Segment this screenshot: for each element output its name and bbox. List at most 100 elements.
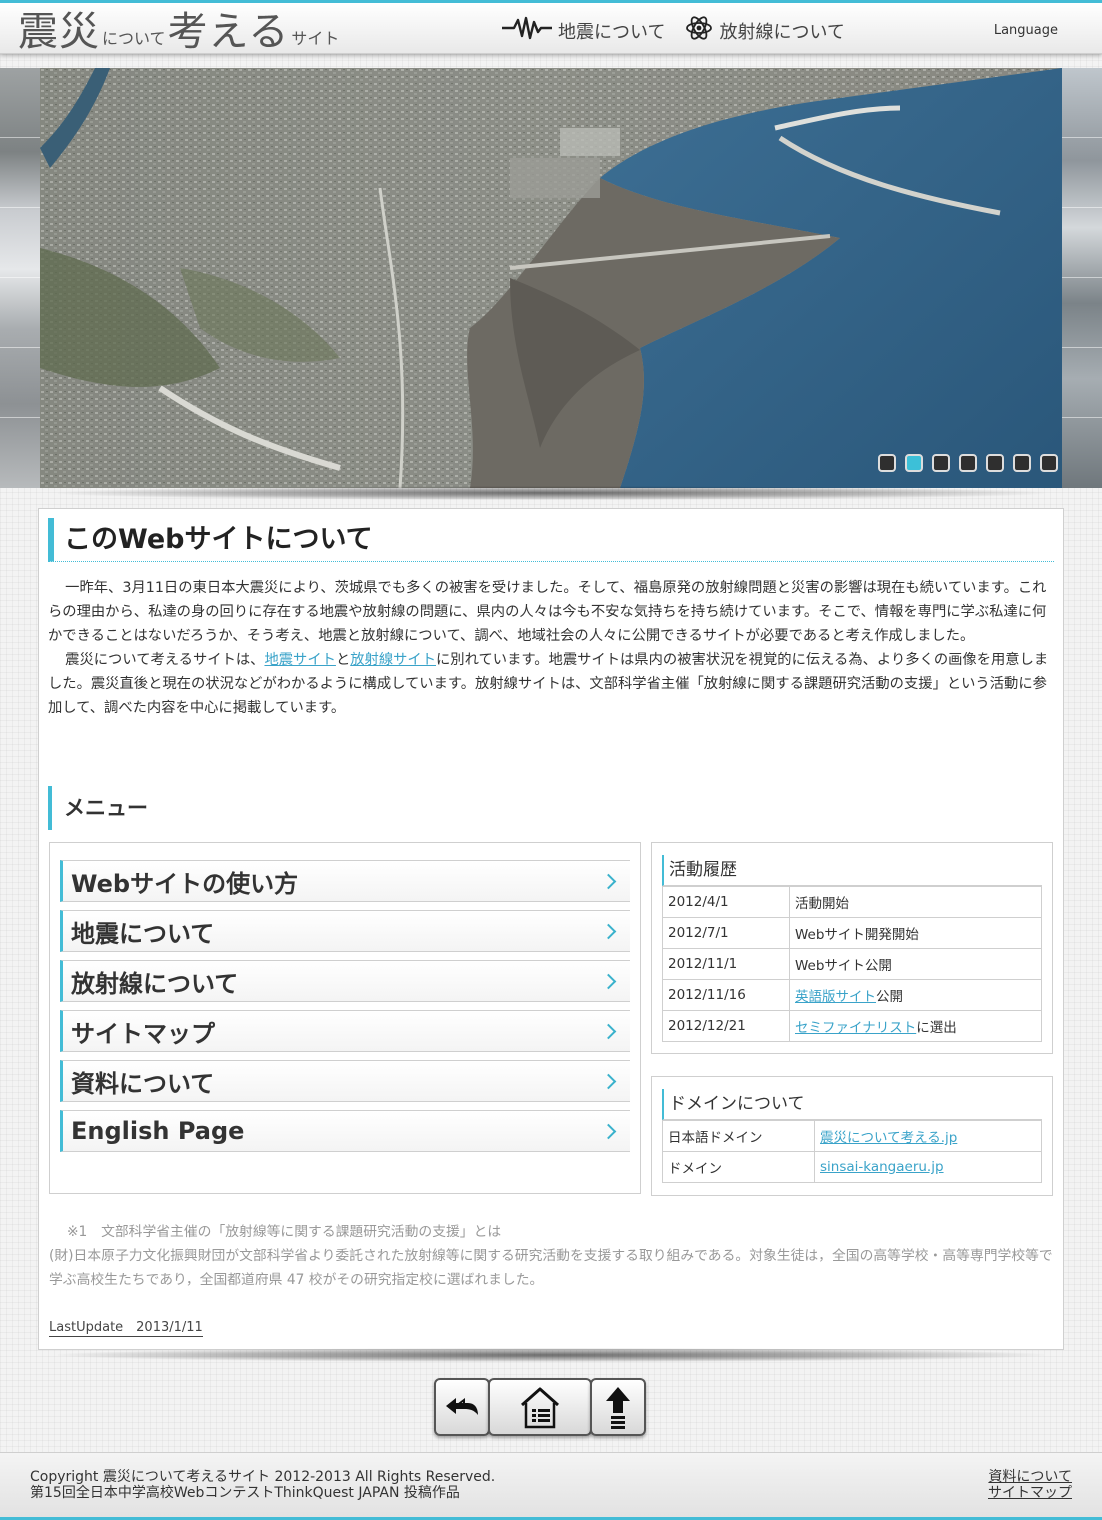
history-date: 2012/7/1 — [662, 917, 790, 949]
menu-item-sitemap[interactable]: サイトマップ — [60, 1010, 630, 1052]
table-row: 2012/12/21 セミファイナリストに選出 — [662, 1010, 1042, 1042]
menu-item-label: Webサイトの使い方 — [71, 869, 299, 898]
site-header: 震災 について 考える サイト 地震について 放射線について Language — [0, 0, 1102, 55]
history-event: Webサイト公開 — [789, 948, 1042, 980]
earthquake-site-link[interactable]: 地震サイト — [264, 652, 335, 668]
menu-box: Webサイトの使い方 地震について 放射線について サイトマップ 資料について … — [49, 842, 641, 1194]
site-footer: Copyright 震災について考えるサイト 2012-2013 All Rig… — [0, 1452, 1102, 1520]
menu-item-label: 放射線について — [71, 969, 239, 998]
home-icon — [521, 1387, 559, 1429]
domain-value: sinsai-kangaeru.jp — [814, 1151, 1042, 1183]
chevron-right-icon — [600, 923, 617, 939]
about-paragraph-1: 一昨年、3月11日の東日本大震災により、茨城県でも多くの被害を受けました。そして… — [48, 580, 1047, 644]
about-paragraph-2-prefix: 震災について考えるサイトは、 — [65, 652, 265, 668]
domain-heading: ドメインについて — [662, 1089, 1042, 1120]
table-row: 2012/11/16 英語版サイト公開 — [662, 979, 1042, 1011]
slide-preview-next[interactable] — [1062, 68, 1102, 488]
chevron-right-icon — [600, 1023, 617, 1039]
main-nav: 地震について 放射線について — [502, 15, 845, 46]
history-heading: 活動履歴 — [662, 855, 1042, 886]
nav-earthquake[interactable]: 地震について — [502, 15, 665, 46]
menu-item-label: サイトマップ — [71, 1019, 215, 1048]
slide-dot[interactable] — [986, 454, 1004, 472]
slide-preview-prev[interactable] — [0, 68, 40, 488]
about-heading: このWebサイトについて — [48, 518, 1054, 562]
domain-box: ドメインについて 日本語ドメイン 震災について考える.jp ドメイン sinsa… — [651, 1076, 1053, 1196]
copyright-text: Copyright 震災について考えるサイト 2012-2013 All Rig… — [30, 1469, 496, 1485]
chevron-right-icon — [600, 1123, 617, 1139]
last-update: LastUpdate 2013/1/11 — [49, 1320, 203, 1337]
footer-link-materials[interactable]: 資料について — [988, 1469, 1072, 1485]
logo-part-2: について — [102, 29, 166, 48]
table-row: 2012/4/1 活動開始 — [662, 886, 1042, 918]
menu-item-label: 地震について — [71, 919, 215, 948]
logo-part-1: 震災 — [18, 9, 100, 55]
history-event-suffix: に選出 — [916, 1020, 957, 1036]
top-button[interactable] — [590, 1378, 646, 1436]
hero-shadow — [58, 486, 1044, 500]
history-event: Webサイト開発開始 — [789, 917, 1042, 949]
history-date: 2012/11/16 — [662, 979, 790, 1011]
history-date: 2012/12/21 — [662, 1010, 790, 1042]
about-paragraph-2: 震災について考えるサイトは、地震サイトと放射線サイトに別れています。地震サイトは… — [48, 648, 1054, 720]
semifinalist-link[interactable]: セミファイナリスト — [795, 1020, 916, 1036]
history-box: 活動履歴 2012/4/1 活動開始 2012/7/1 Webサイト開発開始 2… — [651, 842, 1053, 1054]
table-row: 2012/11/1 Webサイト公開 — [662, 948, 1042, 980]
chevron-right-icon — [600, 973, 617, 989]
footer-link-sitemap[interactable]: サイトマップ — [988, 1485, 1072, 1501]
back-arrow-icon — [446, 1398, 478, 1415]
up-arrow-icon — [606, 1387, 630, 1429]
table-row: ドメイン sinsai-kangaeru.jp — [662, 1151, 1042, 1183]
slide-dot[interactable] — [959, 454, 977, 472]
slide-dot[interactable] — [932, 454, 950, 472]
page-nav-buttons — [434, 1378, 646, 1436]
history-date: 2012/11/1 — [662, 948, 790, 980]
table-row: 日本語ドメイン 震災について考える.jp — [662, 1120, 1042, 1152]
slide-dot[interactable] — [1040, 454, 1058, 472]
domain-table: 日本語ドメイン 震災について考える.jp ドメイン sinsai-kangaer… — [662, 1120, 1042, 1183]
aerial-coast-photo — [40, 68, 1062, 488]
domain-label: 日本語ドメイン — [662, 1120, 815, 1152]
history-event-suffix: 公開 — [876, 989, 903, 1005]
menu-heading: メニュー — [48, 786, 348, 830]
history-event: 英語版サイト公開 — [789, 979, 1042, 1011]
domain-link[interactable]: sinsai-kangaeru.jp — [820, 1159, 944, 1175]
logo-part-4: サイト — [291, 29, 340, 48]
menu-item-radiation[interactable]: 放射線について — [60, 960, 630, 1002]
nav-radiation[interactable]: 放射線について — [685, 15, 845, 46]
slide-dot[interactable] — [878, 454, 896, 472]
footnote-title: ※1 文部科学省主催の「放射線等に関する課題研究活動の支援」とは — [66, 1224, 502, 1240]
panel-shadow — [58, 1348, 1044, 1362]
history-table: 2012/4/1 活動開始 2012/7/1 Webサイト開発開始 2012/1… — [662, 886, 1042, 1042]
footnote-body: (財)日本原子力文化振興財団が文部科学省より委託された放射線等に関する研究活動を… — [49, 1248, 1053, 1288]
footer-copyright-block: Copyright 震災について考えるサイト 2012-2013 All Rig… — [30, 1469, 495, 1501]
seismograph-icon — [502, 16, 552, 45]
nav-radiation-label: 放射線について — [719, 21, 845, 43]
chevron-right-icon — [600, 1073, 617, 1089]
hero-slideshow — [40, 68, 1062, 488]
japanese-domain-link[interactable]: 震災について考える.jp — [820, 1130, 957, 1146]
table-row: 2012/7/1 Webサイト開発開始 — [662, 917, 1042, 949]
menu-item-materials[interactable]: 資料について — [60, 1060, 630, 1102]
domain-value: 震災について考える.jp — [814, 1120, 1042, 1152]
menu-item-usage[interactable]: Webサイトの使い方 — [60, 860, 630, 902]
history-event: 活動開始 — [789, 886, 1042, 918]
slide-dot[interactable] — [1013, 454, 1031, 472]
contest-text: 第15回全日本中学高校WebコンテストThinkQuest JAPAN 投稿作品 — [30, 1485, 460, 1501]
back-button[interactable] — [434, 1378, 490, 1436]
slide-dot[interactable] — [905, 454, 923, 472]
about-paragraph-2-and: と — [335, 652, 351, 668]
menu-item-earthquake[interactable]: 地震について — [60, 910, 630, 952]
language-link[interactable]: Language — [994, 23, 1058, 38]
site-logo[interactable]: 震災 について 考える サイト — [18, 5, 341, 55]
menu-item-label: English Page — [71, 1117, 245, 1145]
english-site-link[interactable]: 英語版サイト — [795, 989, 876, 1005]
radiation-site-link[interactable]: 放射線サイト — [350, 652, 436, 668]
menu-item-english[interactable]: English Page — [60, 1110, 630, 1152]
slide-indicators — [878, 454, 1058, 472]
home-button[interactable] — [488, 1378, 592, 1436]
history-event: セミファイナリストに選出 — [789, 1010, 1042, 1042]
atom-icon — [685, 15, 713, 46]
chevron-right-icon — [600, 873, 617, 889]
nav-earthquake-label: 地震について — [558, 21, 666, 43]
